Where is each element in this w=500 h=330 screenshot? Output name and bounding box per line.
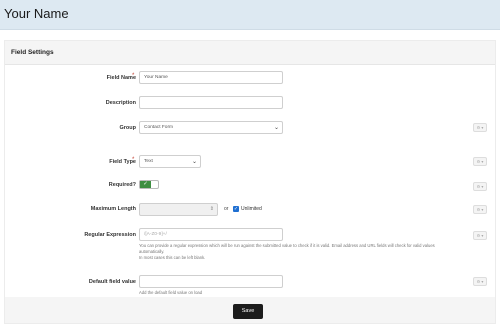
field-name-input[interactable]: Your Name <box>139 71 283 84</box>
required-label: Required? <box>108 182 136 188</box>
stepper-arrows-icon: ⇕ <box>209 206 214 212</box>
description-input[interactable] <box>139 96 283 109</box>
group-label: Group <box>119 125 137 131</box>
group-select[interactable]: Contact Form ⌄ <box>139 121 283 134</box>
field-type-select-value: Text <box>144 159 153 164</box>
regex-help-line-1: You can provide a regular expression whi… <box>139 243 435 248</box>
regex-options-button[interactable]: ⚙ ▾ <box>473 231 487 240</box>
field-name-required-marker: * <box>132 73 135 79</box>
default-value-input[interactable] <box>139 275 283 288</box>
panel-title: Field Settings <box>11 49 54 56</box>
save-button[interactable]: Save <box>233 304 263 319</box>
max-length-input[interactable]: ⇕ <box>139 203 218 216</box>
unlimited-checkbox[interactable]: ✓ <box>233 206 239 212</box>
chevron-down-icon: ⌄ <box>191 159 197 165</box>
default-value-options-button[interactable]: ⚙ ▾ <box>473 277 487 286</box>
field-type-options-button[interactable]: ⚙ ▾ <box>473 157 487 166</box>
regex-input[interactable]: /[A-Z0-9]+/ <box>139 228 283 241</box>
page-title: Your Name <box>4 6 69 21</box>
max-length-label: Maximum Length <box>90 206 136 212</box>
required-toggle[interactable]: ✓ <box>139 180 159 189</box>
panel-header: Field Settings <box>5 41 495 65</box>
regex-label: Regular Expression <box>84 232 136 238</box>
group-select-value: Contact Form <box>144 125 174 130</box>
max-length-options-button[interactable]: ⚙ ▾ <box>473 205 487 214</box>
required-options-button[interactable]: ⚙ ▾ <box>473 182 487 191</box>
default-value-label: Default field value <box>88 279 136 285</box>
page-header: Your Name <box>0 0 500 30</box>
field-type-required-marker: * <box>132 157 135 163</box>
or-text: or <box>224 206 229 212</box>
group-options-button[interactable]: ⚙ ▾ <box>473 123 487 132</box>
unlimited-label: Unlimited <box>241 206 262 212</box>
chevron-down-icon: ⌄ <box>273 125 279 131</box>
regex-help-line-3: In most cases this can be left blank. <box>139 255 206 260</box>
default-value-help: Add the default field value on load <box>139 290 203 295</box>
toggle-check-icon: ✓ <box>140 181 151 188</box>
description-label: Description <box>105 100 136 106</box>
field-type-select[interactable]: Text ⌄ <box>139 155 201 168</box>
